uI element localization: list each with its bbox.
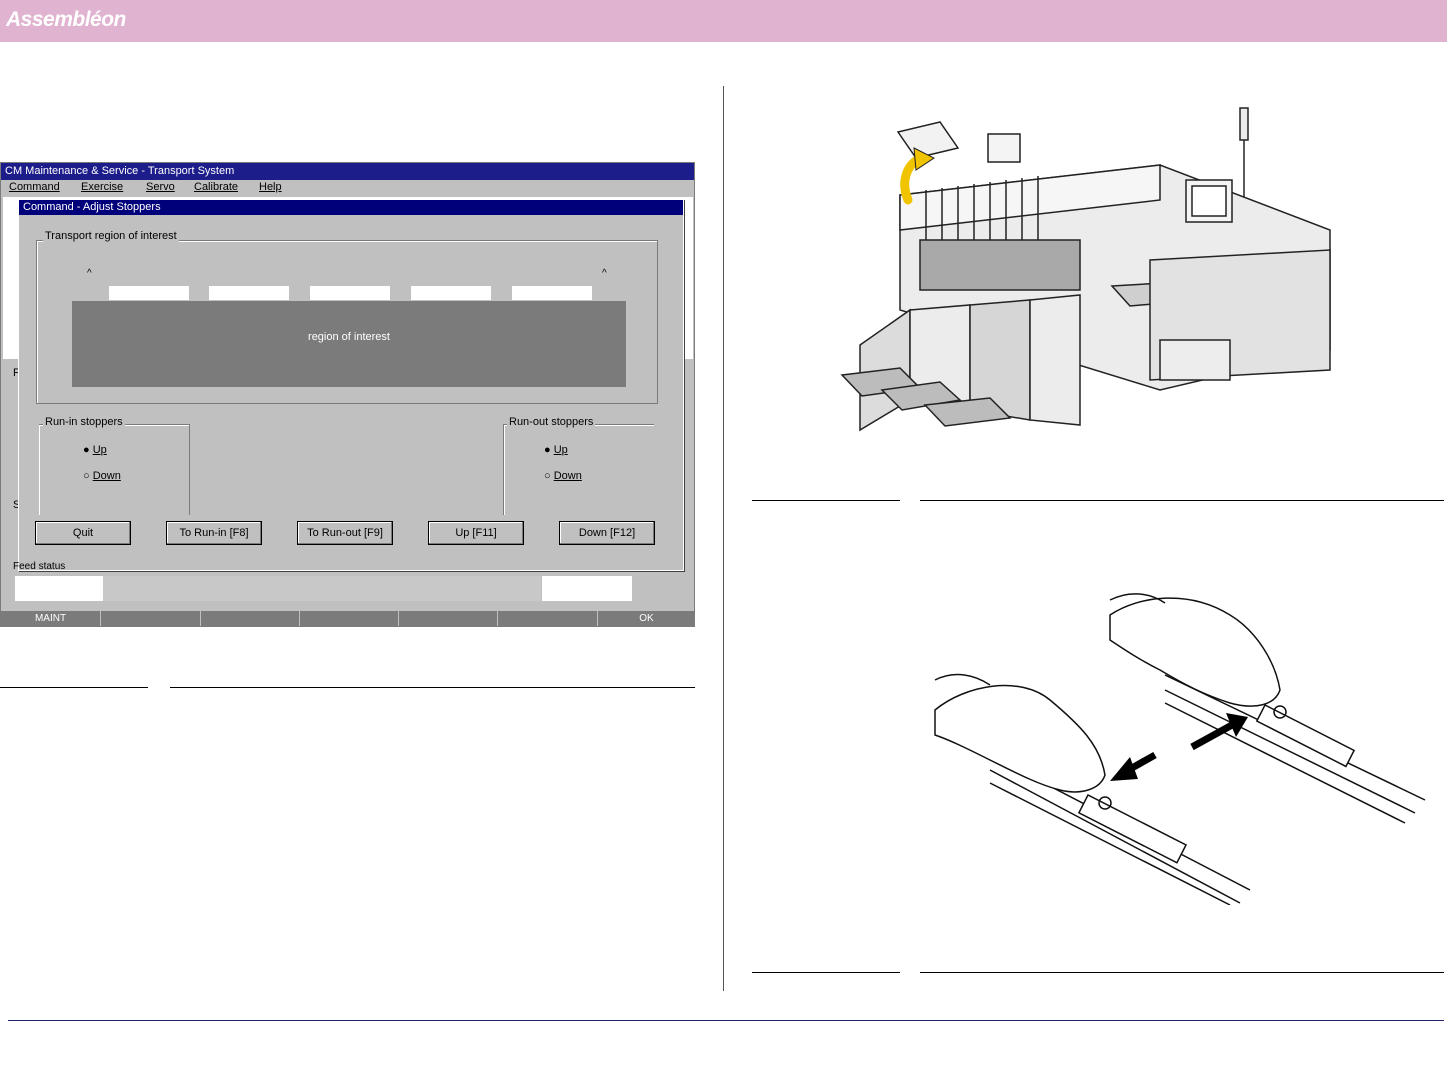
roi-segment: [109, 286, 189, 300]
roi-segment: [209, 286, 289, 300]
transport-group-label: Transport region of interest: [43, 230, 179, 242]
status-field: [15, 576, 103, 601]
fkey-blank[interactable]: [201, 611, 300, 626]
caption-rule: [920, 972, 1444, 973]
fkey-blank[interactable]: [101, 611, 201, 626]
left-marker: ^: [87, 268, 92, 279]
column-divider: [723, 86, 724, 991]
fkey-maint[interactable]: MAINT: [1, 611, 101, 626]
run-in-up-radio[interactable]: ● Up: [83, 444, 107, 456]
menu-exercise[interactable]: Exercise: [81, 181, 123, 193]
fkey-blank[interactable]: [498, 611, 598, 626]
caption-rule: [752, 972, 900, 973]
to-run-in-button[interactable]: To Run-in [F8]: [166, 521, 262, 545]
function-key-bar: MAINT OK: [1, 611, 694, 626]
status-field: [542, 576, 632, 601]
caption-rule: [0, 687, 148, 688]
status-progress: [103, 576, 541, 601]
fkey-ok[interactable]: OK: [598, 611, 694, 626]
menu-servo[interactable]: Servo: [146, 181, 175, 193]
software-screenshot: CM Maintenance & Service - Transport Sys…: [0, 162, 695, 627]
up-button[interactable]: Up [F11]: [428, 521, 524, 545]
region-of-interest: region of interest: [72, 301, 626, 387]
fkey-blank[interactable]: [399, 611, 498, 626]
run-out-group-label: Run-out stoppers: [507, 416, 596, 428]
caption-rule: [170, 687, 695, 688]
dialog-title: Command - Adjust Stoppers: [19, 200, 683, 215]
brand-logo: Assembléon: [6, 8, 126, 31]
run-out-down-label: Down: [553, 470, 582, 482]
right-marker: ^: [602, 268, 607, 279]
caption-rule: [920, 500, 1444, 501]
run-in-up-label: Up: [92, 444, 107, 456]
stopper-adjust-illustration: [934, 593, 1426, 905]
to-run-out-button[interactable]: To Run-out [F9]: [297, 521, 393, 545]
status-label: Feed status: [13, 561, 66, 572]
down-button[interactable]: Down [F12]: [559, 521, 655, 545]
run-out-down-radio[interactable]: ○ Down: [544, 470, 582, 482]
machine-illustration: [840, 107, 1331, 432]
menu-command[interactable]: Command: [9, 181, 60, 193]
fkey-blank[interactable]: [300, 611, 399, 626]
quit-button[interactable]: Quit: [35, 521, 131, 545]
footer-rule: [8, 1020, 1444, 1021]
run-in-down-radio[interactable]: ○ Down: [83, 470, 121, 482]
caption-rule: [752, 500, 900, 501]
run-in-group-label: Run-in stoppers: [43, 416, 125, 428]
run-out-up-radio[interactable]: ● Up: [544, 444, 568, 456]
run-out-up-label: Up: [553, 444, 568, 456]
header-bar: Assembléon: [0, 0, 1447, 42]
roi-segment: [512, 286, 592, 300]
menu-help[interactable]: Help: [259, 181, 282, 193]
roi-segment: [310, 286, 390, 300]
roi-segment: [411, 286, 491, 300]
menu-bar: Command Exercise Servo Calibrate Help: [1, 180, 694, 196]
adjust-stoppers-dialog: Command - Adjust Stoppers Transport regi…: [18, 199, 684, 571]
run-in-down-label: Down: [92, 470, 121, 482]
window-title: CM Maintenance & Service - Transport Sys…: [1, 163, 694, 180]
menu-calibrate[interactable]: Calibrate: [194, 181, 238, 193]
